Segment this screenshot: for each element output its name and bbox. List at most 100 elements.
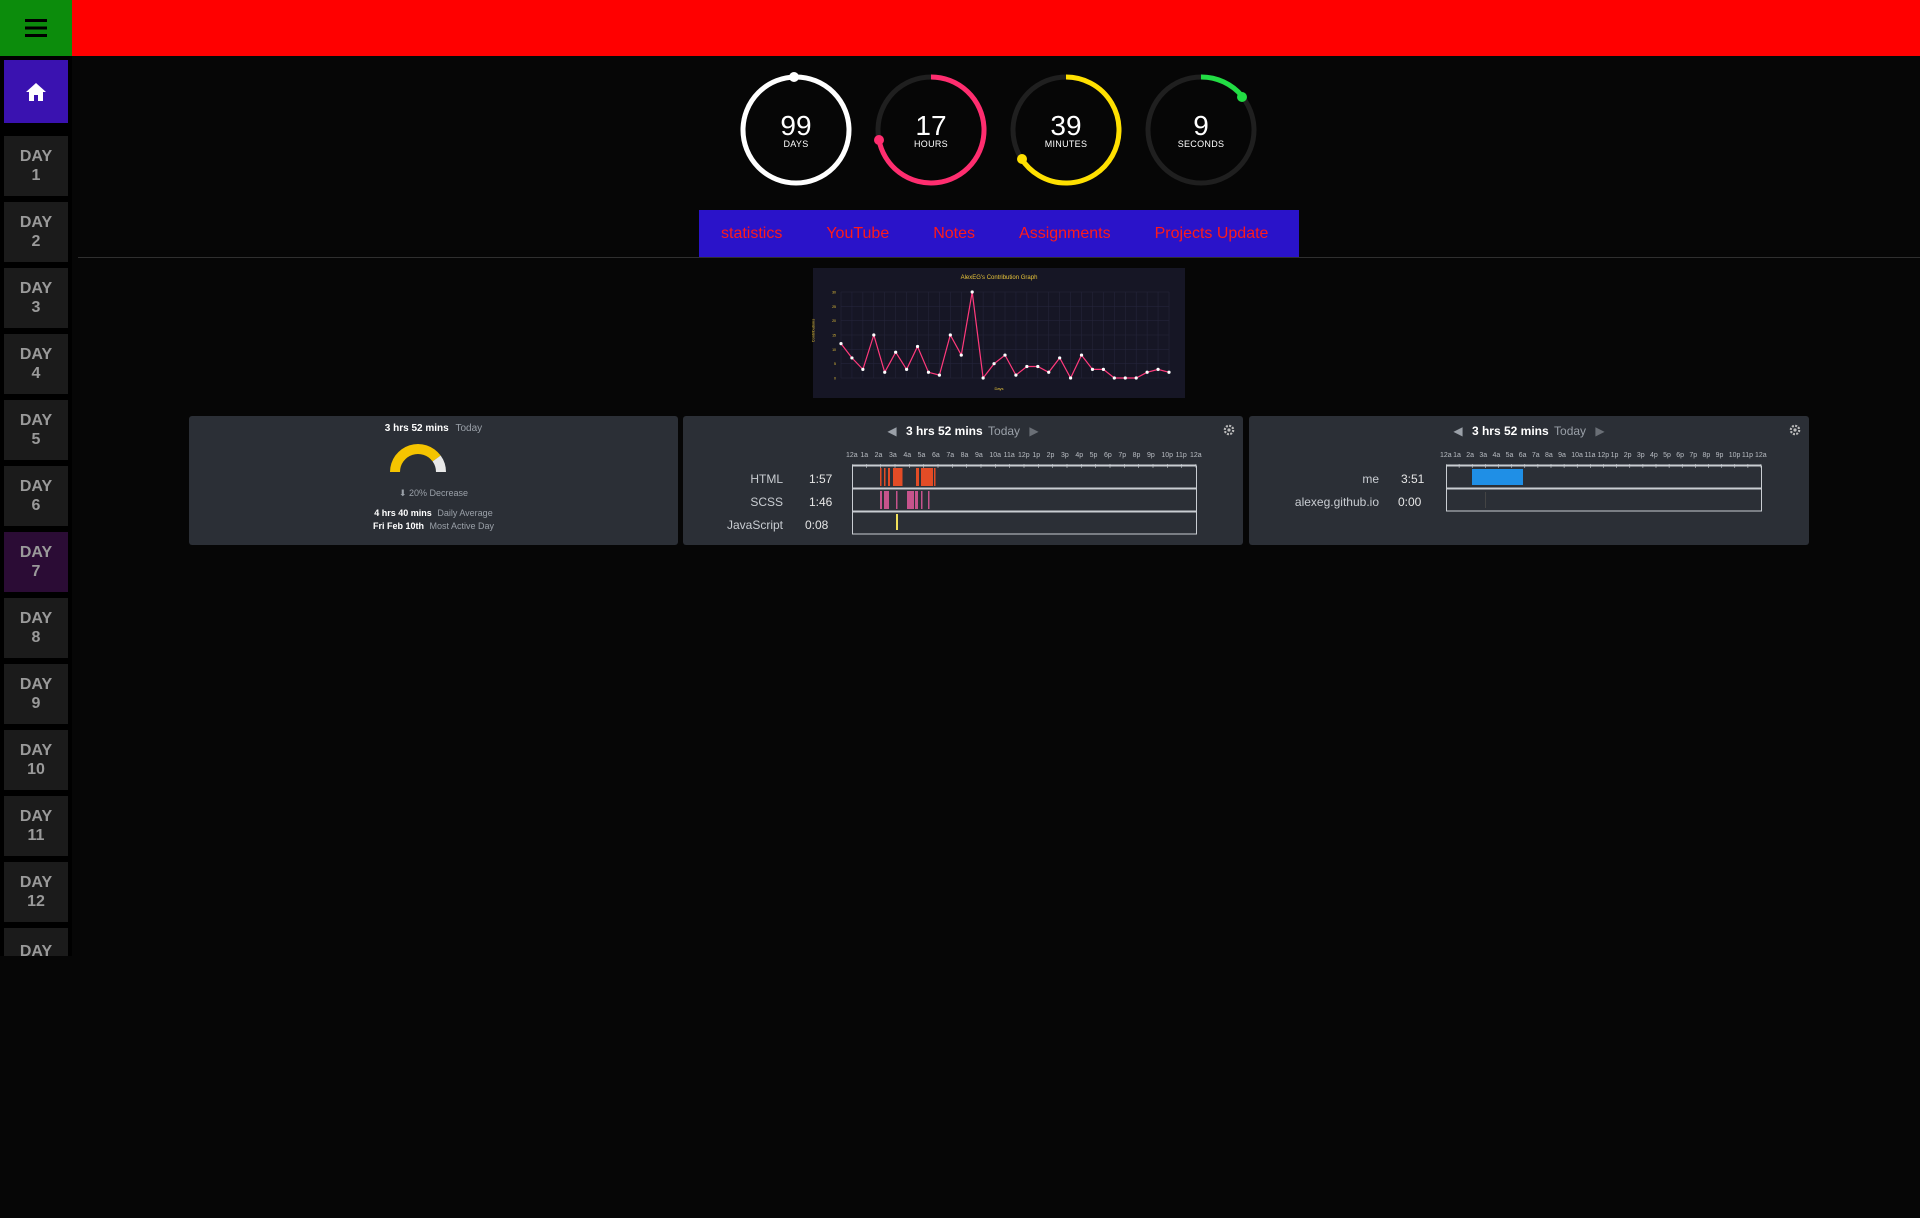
next-arrow-icon[interactable]: ▶: [1595, 424, 1604, 438]
hour-tick-label: 10a: [1571, 452, 1583, 459]
hour-tick-label: 12p: [1018, 452, 1030, 459]
data-point: [1058, 356, 1062, 360]
summary-average-time: 4 hrs 40 mins: [374, 508, 432, 518]
project-timeline: [1446, 464, 1762, 512]
seconds-value: 9: [1193, 110, 1209, 141]
hour-tick-label: 9a: [975, 452, 983, 459]
summary-today-time: 3 hrs 52 mins: [384, 423, 449, 434]
day-9-button[interactable]: DAY 9: [4, 664, 68, 724]
day-list: DAY 1 DAY 2 DAY 3 DAY 4 DAY 5 DAY 6 DAY 7 DAY 8 …: [4, 136, 68, 956]
language-name: HTML: [750, 472, 783, 486]
summary-today-label: Today: [455, 423, 483, 434]
project-time: 3:51: [1401, 472, 1425, 486]
scss-activity: [880, 491, 882, 509]
hour-tick-label: 11a: [1003, 452, 1015, 459]
data-point: [1047, 370, 1051, 374]
nav-assignments[interactable]: Assignments: [1019, 225, 1111, 243]
prev-arrow-icon[interactable]: ◀: [1453, 424, 1462, 438]
day-10-button[interactable]: DAY 10: [4, 730, 68, 790]
data-point: [1156, 367, 1160, 371]
day-1-button[interactable]: DAY 1: [4, 136, 68, 196]
hour-tick-label: 3a: [889, 452, 897, 459]
data-point: [915, 344, 920, 349]
day-8-button[interactable]: DAY 8: [4, 598, 68, 658]
days-unit: DAYS: [783, 139, 809, 149]
days-timer: 99 DAYS: [738, 72, 854, 188]
summary-average-label: Daily Average: [437, 508, 493, 518]
gauge-fill: [390, 444, 441, 472]
hour-tick-label: 4a: [1492, 452, 1501, 459]
data-point: [970, 290, 974, 294]
day-13-button[interactable]: DAY: [4, 928, 68, 956]
hour-tick-label: 2a: [874, 452, 883, 459]
minutes-unit: MINUTES: [1044, 139, 1088, 149]
y-tick-label: 25: [832, 305, 836, 309]
wakatime-summary-card: 3 hrs 52 mins Today ⬇ 20% Decrease 4 hrs…: [189, 416, 678, 545]
gear-icon[interactable]: [1223, 423, 1235, 441]
contribution-chart-plot: 0 5 10 15 20 25 30: [832, 290, 1171, 381]
divider: [78, 257, 1920, 258]
nav-statistics[interactable]: statistics: [721, 225, 782, 243]
minutes-timer: 39 MINUTES: [1008, 72, 1124, 188]
seconds-unit: SECONDS: [1177, 139, 1225, 149]
project-name: me: [1362, 472, 1379, 486]
gear-icon[interactable]: [1789, 423, 1801, 441]
prev-arrow-icon[interactable]: ◀: [887, 424, 896, 438]
nav-projects-update[interactable]: Projects Update: [1155, 225, 1269, 243]
nav-notes[interactable]: Notes: [933, 225, 975, 243]
language-time: 1:57: [809, 472, 833, 486]
y-tick-label: 20: [832, 319, 836, 323]
data-point: [1036, 364, 1040, 369]
scss-activity: [915, 491, 918, 509]
summary-active-day: Fri Feb 10th: [372, 521, 424, 531]
languages-header-time: 3 hrs 52 mins: [905, 424, 983, 438]
html-activity: [884, 468, 886, 486]
day-3-button[interactable]: DAY 3: [4, 268, 68, 328]
next-arrow-icon[interactable]: ▶: [1029, 424, 1038, 438]
hour-tick-label: 12a: [1190, 452, 1202, 459]
day-2-button[interactable]: DAY 2: [4, 202, 68, 262]
y-tick-label: 30: [832, 291, 836, 295]
day-4-button[interactable]: DAY 4: [4, 334, 68, 394]
minutes-value: 39: [1050, 110, 1082, 141]
y-tick-label: 0: [834, 377, 836, 381]
data-point: [948, 333, 952, 337]
hour-tick-label: 12p: [1597, 452, 1610, 459]
countdown: 99 DAYS 17 HOURS 39 MINUTES 9 SECONDS: [738, 72, 1258, 192]
data-point: [937, 373, 941, 377]
scss-activity: [921, 491, 923, 509]
data-point: [883, 370, 887, 374]
day-6-button[interactable]: DAY 6: [4, 466, 68, 526]
html-activity: [921, 468, 933, 486]
y-tick-label: 15: [832, 334, 836, 338]
menu-button[interactable]: [0, 0, 72, 56]
y-tick-label: 5: [834, 362, 836, 366]
day-5-button[interactable]: DAY 5: [4, 400, 68, 460]
hour-tick-label: 11a: [1584, 452, 1596, 459]
nav-youtube[interactable]: YouTube: [826, 225, 889, 243]
data-point: [905, 367, 909, 371]
summary-change: 20% Decrease: [409, 488, 469, 498]
y-tick-label: 10: [832, 348, 836, 352]
home-button[interactable]: [4, 60, 68, 123]
projects-card: ◀ 3 hrs 52 mins Today ▶ 12a 1a 2a 3a 4a 5a 6a 7…: [1249, 416, 1809, 545]
languages-card: ◀ 3 hrs 52 mins Today ▶ 12a 1a 2a 3a 4a 5a 6a 7…: [683, 416, 1243, 545]
hour-tick-label: 10a: [989, 452, 1002, 459]
hour-tick-label: 1p: [1610, 452, 1619, 459]
projects-header-label: Today: [1554, 424, 1587, 438]
day-12-button[interactable]: DAY 12: [4, 862, 68, 922]
data-point: [1167, 370, 1171, 374]
data-point: [872, 333, 876, 337]
hour-tick-label: 9a: [1558, 452, 1566, 459]
day-11-button[interactable]: DAY 11: [4, 796, 68, 856]
hour-tick-label: 10p: [1161, 452, 1174, 459]
hours-value: 17: [915, 110, 947, 141]
data-point: [981, 376, 985, 380]
html-activity: [916, 468, 919, 486]
hours-timer: 17 HOURS: [873, 72, 989, 188]
arrow-down-icon: ⬇: [398, 488, 407, 498]
timeline-row: [852, 488, 1197, 512]
day-7-button[interactable]: DAY 7: [4, 532, 68, 592]
data-point: [1025, 364, 1029, 369]
gauge-chart: [390, 444, 446, 472]
